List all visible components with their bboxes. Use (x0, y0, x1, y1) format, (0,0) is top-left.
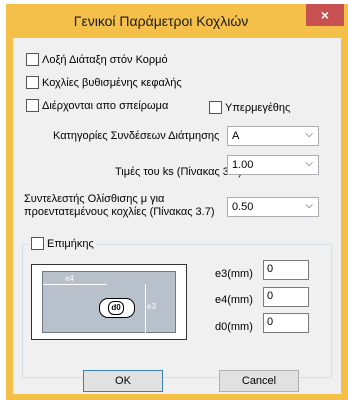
e3-field-label: e3(mm) (215, 268, 253, 280)
slot-hole: d0 (99, 298, 135, 318)
connection-category-label: Κατηγορίες Συνδέσεων Διάτμησης (53, 130, 220, 142)
elongated-label: Επιμήκης (47, 237, 94, 250)
e4-diagram-label: e4 (65, 274, 74, 283)
ks-value: 1.00 (232, 159, 254, 171)
checkbox-box[interactable] (26, 99, 39, 112)
checkbox-box[interactable] (209, 101, 222, 114)
chevron-down-icon: ⌵ (305, 129, 313, 140)
through-thread-label: Διέρχονται απο σπείρωμα (42, 99, 169, 112)
slip-label-line1: Συντελεστής Ολίσθισης μ για (24, 193, 165, 205)
dialog-window: Γενικοί Παράμετροι Κοχλιών × Λοξή Διάταξ… (6, 4, 348, 400)
oblique-layout-label: Λοξή Διάταξη στόν Κορμό (42, 53, 168, 66)
countersunk-checkbox[interactable]: Κοχλίες βυθισμένης κεφαλής (26, 76, 182, 89)
e4-dimension-line (43, 284, 107, 285)
oblique-layout-checkbox[interactable]: Λοξή Διάταξη στόν Κορμό (26, 53, 168, 66)
close-button[interactable]: × (306, 4, 344, 26)
oversized-checkbox[interactable]: Υπερμεγέθης (209, 101, 290, 114)
connection-category-value: A (232, 130, 240, 142)
slip-select[interactable]: 0.50 ⌵ (227, 197, 319, 217)
d0-input[interactable]: 0 (263, 313, 309, 333)
checkbox-box[interactable] (26, 53, 39, 66)
title-bar[interactable]: Γενικοί Παράμετροι Κοχλιών × (6, 4, 348, 38)
slip-label-line2: προεντατεμένους κοχλίες (Πίνακας 3.7) (24, 206, 215, 218)
ks-label: Τιμές του ks (Πίνακας 3.6) (115, 166, 242, 178)
e4-input[interactable]: 0 (263, 287, 309, 307)
slip-value: 0.50 (232, 201, 254, 213)
countersunk-label: Κοχλίες βυθισμένης κεφαλής (42, 76, 182, 89)
e4-field-label: e4(mm) (215, 294, 253, 306)
ok-button[interactable]: OK (83, 370, 163, 392)
cancel-button[interactable]: Cancel (219, 370, 299, 392)
connection-category-select[interactable]: A ⌵ (227, 126, 319, 146)
e3-input[interactable]: 0 (263, 260, 309, 280)
e3-dimension-line (145, 284, 146, 334)
e3-diagram-label: e3 (147, 302, 156, 311)
elongated-checkbox[interactable]: Επιμήκης (29, 237, 96, 250)
ks-select[interactable]: 1.00 ⌵ (227, 155, 319, 175)
plate-graphic: e4 e3 d0 (42, 271, 176, 334)
slot-diagram: e4 e3 d0 (31, 264, 187, 340)
dialog-client: Λοξή Διάταξη στόν Κορμό Κοχλίες βυθισμέν… (13, 38, 341, 394)
oversized-label: Υπερμεγέθης (225, 101, 291, 114)
d0-field-label: d0(mm) (215, 321, 253, 333)
checkbox-box[interactable] (26, 76, 39, 89)
chevron-down-icon: ⌵ (305, 200, 313, 211)
window-title: Γενικοί Παράμετροι Κοχλιών (73, 13, 249, 29)
through-thread-checkbox[interactable]: Διέρχονται απο σπείρωμα (26, 99, 168, 112)
d0-diagram-label: d0 (108, 301, 124, 315)
checkbox-box[interactable] (31, 237, 44, 250)
chevron-down-icon: ⌵ (305, 158, 313, 169)
